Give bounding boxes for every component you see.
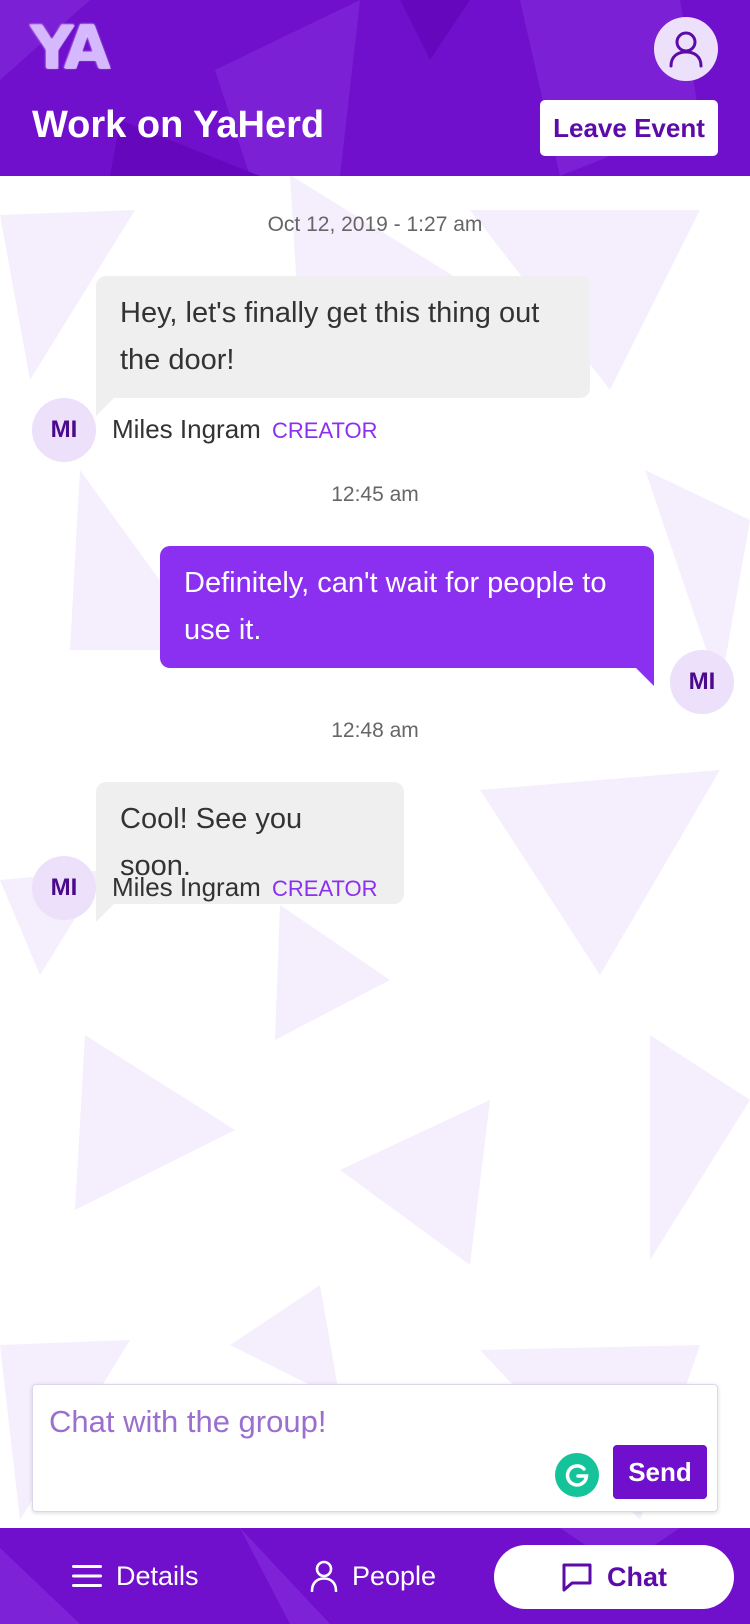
role-badge: CREATOR [272, 876, 378, 901]
send-button[interactable]: Send [613, 1445, 707, 1499]
chat-composer: Send [32, 1384, 718, 1512]
avatar[interactable]: MI [670, 650, 734, 714]
grammarly-icon[interactable] [555, 1453, 599, 1497]
message-author: Miles Ingram [112, 872, 261, 902]
message-author: Miles Ingram [112, 414, 261, 444]
nav-people[interactable]: People [310, 1528, 436, 1624]
message-timestamp: 12:48 am [331, 719, 419, 742]
message-bubble-incoming[interactable]: Hey, let's finally get this thing out th… [96, 276, 590, 416]
menu-icon [72, 1565, 102, 1587]
nav-details-label: Details [116, 1560, 199, 1591]
user-icon [310, 1560, 338, 1592]
message-timestamp: 12:45 am [331, 483, 419, 506]
page-title: Work on YaHerd [32, 104, 325, 146]
user-icon [669, 31, 703, 68]
avatar[interactable]: MI [32, 398, 96, 462]
avatar[interactable]: MI [32, 856, 96, 920]
nav-details[interactable]: Details [72, 1528, 199, 1624]
nav-chat-label: Chat [607, 1561, 667, 1592]
app-logo[interactable]: YA [30, 18, 110, 78]
bottom-navigation: Details People Chat [0, 1528, 750, 1624]
nav-people-label: People [352, 1560, 437, 1591]
message-bubble-outgoing[interactable]: Definitely, can't wait for people to use… [160, 546, 654, 686]
app-header: YA Work on YaHerd Leave Event [0, 0, 750, 176]
message-timestamp: Oct 12, 2019 - 1:27 am [267, 213, 483, 236]
chat-input[interactable] [49, 1399, 569, 1445]
nav-chat[interactable]: Chat [494, 1545, 734, 1609]
chat-icon [562, 1563, 592, 1592]
leave-event-button[interactable]: Leave Event [540, 100, 718, 156]
profile-button[interactable] [654, 17, 718, 81]
role-badge: CREATOR [272, 418, 378, 443]
grammarly-g-icon [565, 1464, 589, 1487]
